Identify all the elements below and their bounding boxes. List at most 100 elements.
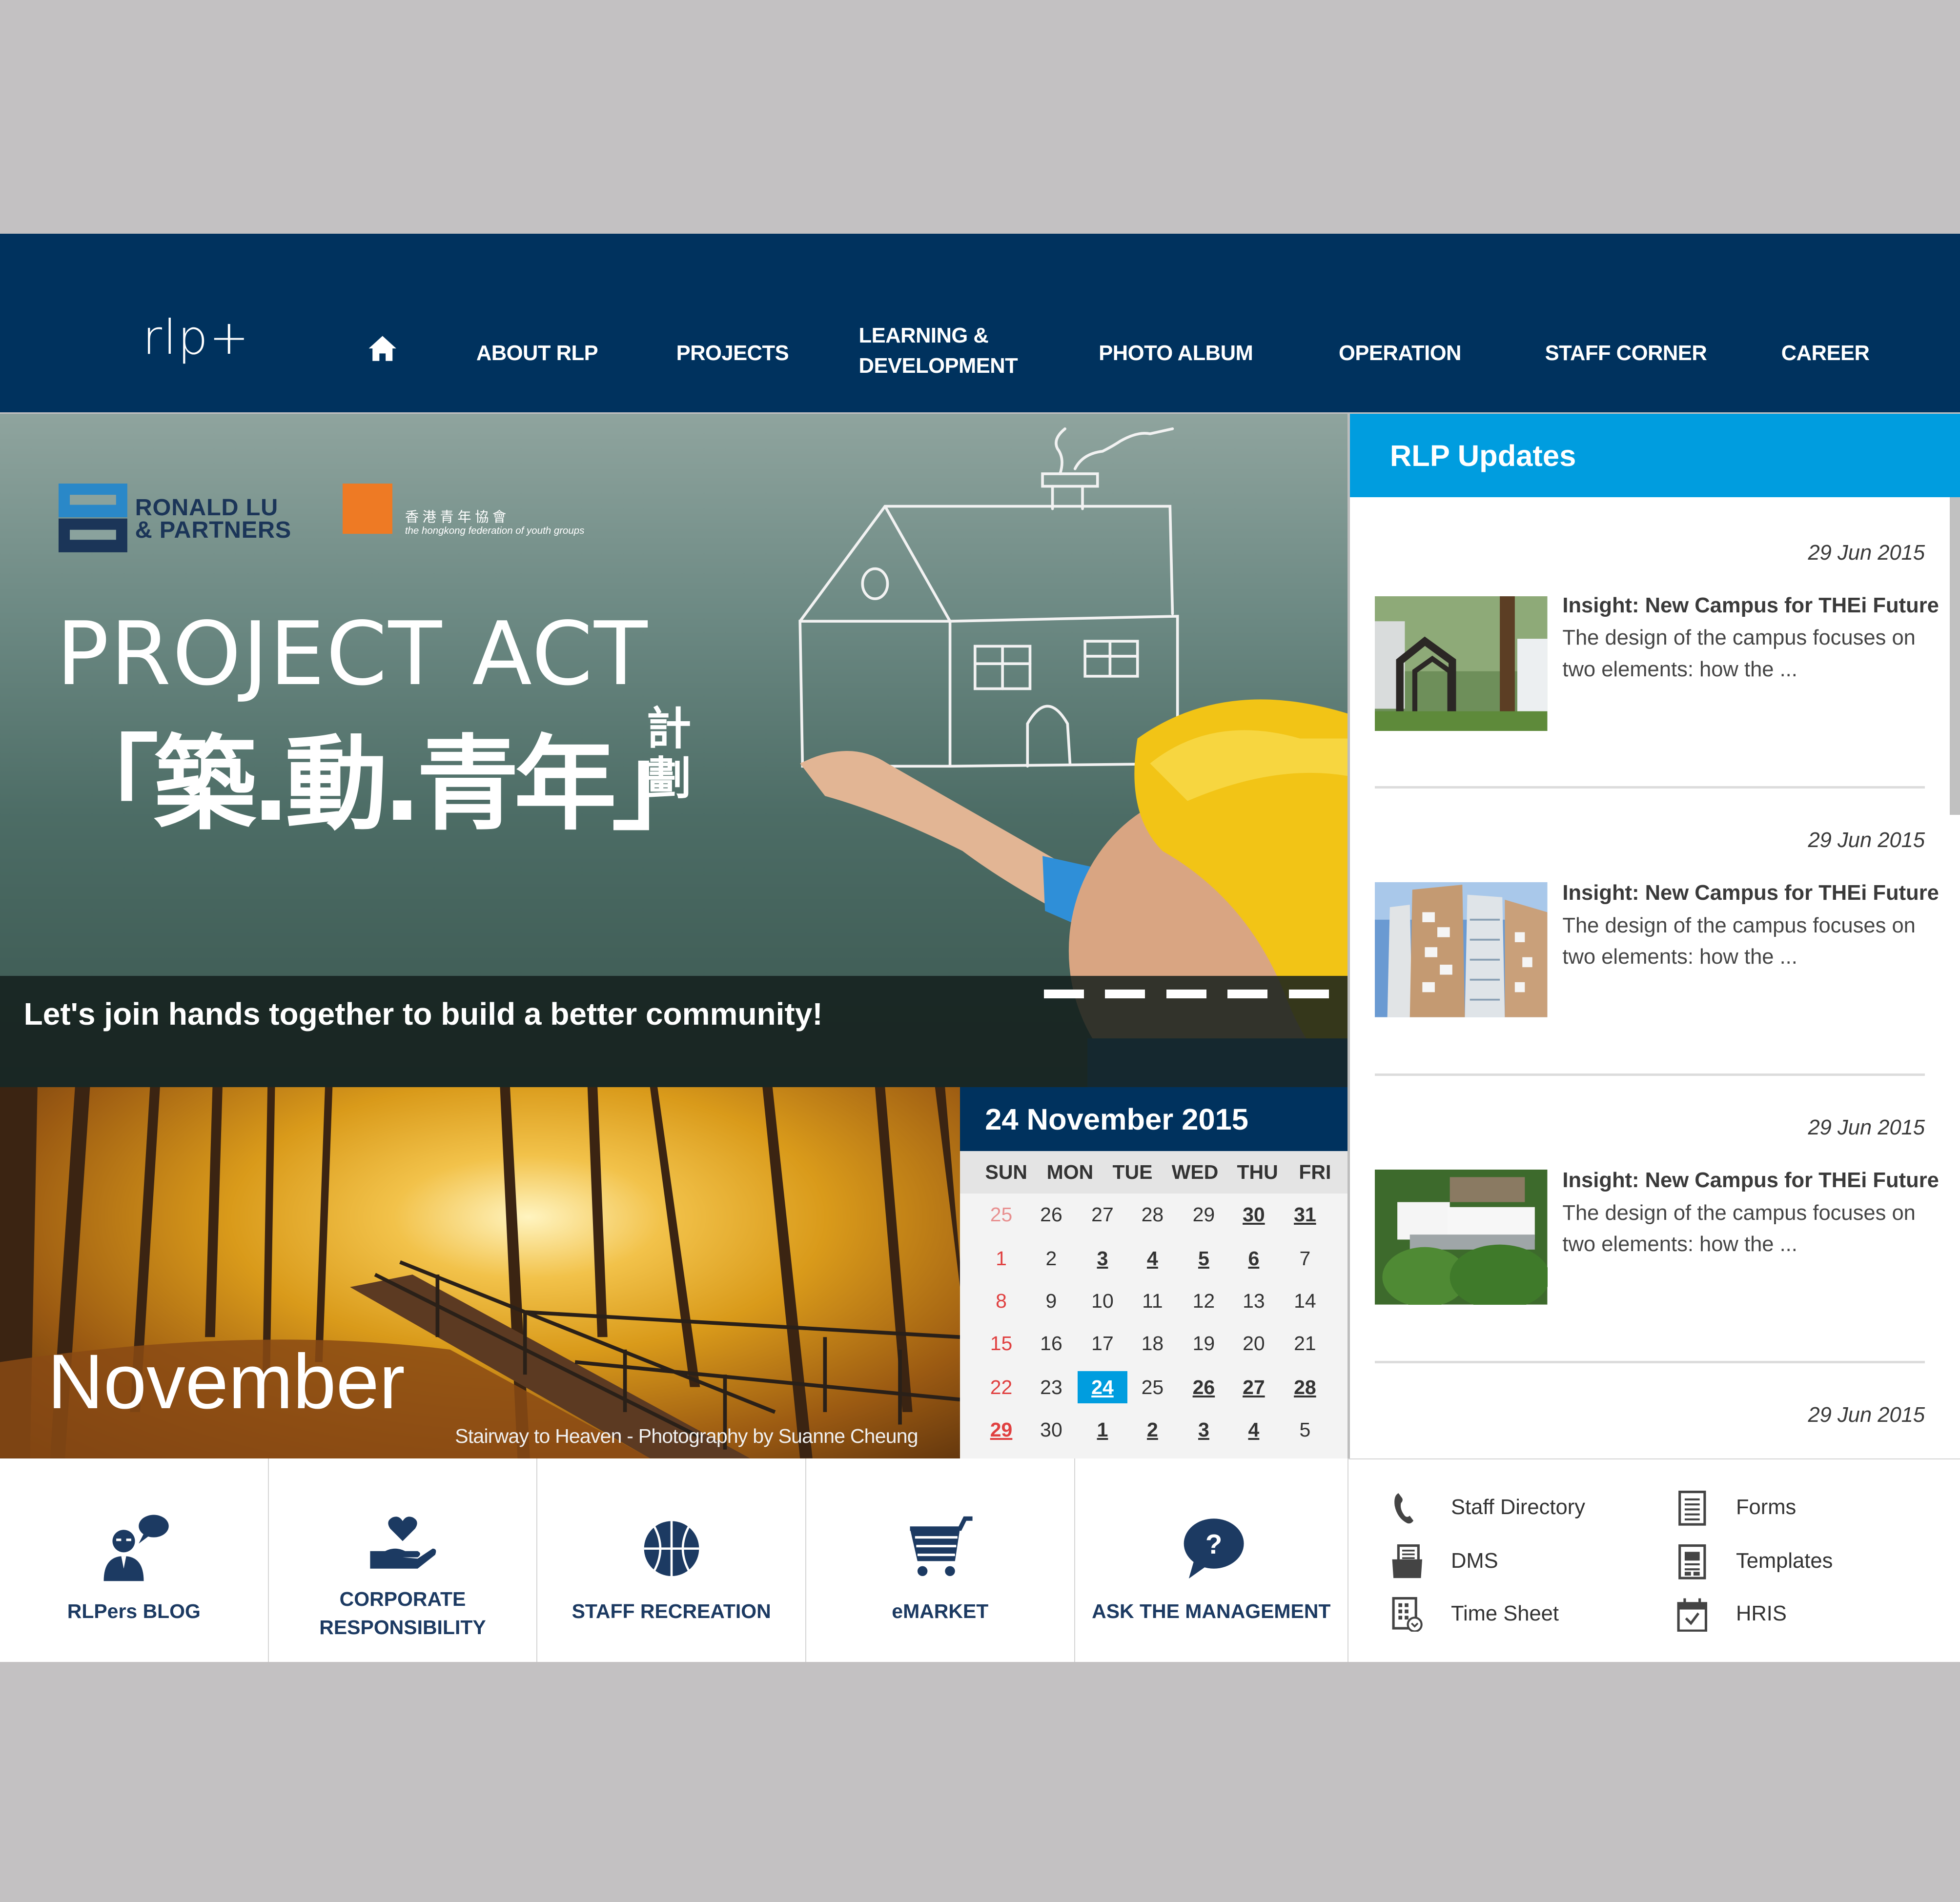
hero-title-chinese: 「築.動.青年」 [56,724,714,844]
calendar-day[interactable]: 27 [1078,1198,1127,1231]
tile-label-line2: RESPONSIBILITY [319,1616,486,1639]
tile-emarket[interactable]: eMARKET [806,1458,1075,1662]
calendar-day[interactable]: 9 [1026,1285,1076,1317]
update-description: The design of the campus focuses on two … [1562,910,1937,972]
calendar-day[interactable]: 8 [976,1285,1026,1317]
calendar-day[interactable]: 25 [976,1198,1026,1231]
calendar-day[interactable]: 30 [1026,1414,1076,1446]
update-title[interactable]: Insight: New Campus for THEi Future [1562,594,1939,618]
calendar-day[interactable]: 3 [1078,1242,1127,1275]
calendar-day[interactable]: 12 [1179,1285,1228,1317]
calendar-day[interactable]: 22 [976,1371,1026,1404]
nav-item-about-rlp[interactable]: ABOUT RLP [476,339,598,368]
update-date: 29 Jun 2015 [1808,1116,1925,1140]
hero-title-chinese-suffix: 計劃 [646,702,692,805]
tile-label: CORPORATE RESPONSIBILITY [269,1585,537,1642]
form-icon [1678,1490,1706,1526]
updates-scrollbar[interactable] [1950,497,1960,815]
calendar-day[interactable]: 11 [1127,1285,1177,1317]
quick-links: Staff Directory Forms DMS Templates Time… [1347,1458,1960,1662]
update-title[interactable]: Insight: New Campus for THEi Future [1562,1169,1939,1193]
nav-item-staff-corner[interactable]: STAFF CORNER [1545,339,1707,368]
calendar-day[interactable]: 2 [1127,1414,1177,1446]
update-thumbnail[interactable] [1375,596,1548,731]
calendar-widget: 24 November 2015 SUN MON TUE WED THU FRI… [960,1087,1348,1458]
slide-indicator-4[interactable] [1227,990,1268,999]
youth-federation-logo [342,484,393,534]
tile-corporate-responsibility[interactable]: CORPORATE RESPONSIBILITY [269,1458,538,1662]
update-desc-line2: two elements: how the ... [1562,657,1797,681]
calendar-day[interactable]: 29 [976,1414,1026,1446]
quick-link-label: Time Sheet [1450,1601,1559,1625]
calendar-day[interactable]: 23 [1026,1371,1076,1404]
calendar-day-today[interactable]: 24 [1077,1371,1128,1404]
calendar-day[interactable]: 17 [1078,1327,1127,1360]
update-date: 29 Jun 2015 [1808,1403,1925,1427]
nav-item-career[interactable]: CAREER [1781,339,1870,368]
nav-item-photo-album[interactable]: PHOTO ALBUM [1099,339,1253,368]
update-thumbnail[interactable] [1375,1170,1548,1305]
calendar-day[interactable]: 18 [1127,1327,1177,1360]
calendar-day[interactable]: 21 [1280,1327,1330,1360]
month-photo: November Stairway to Heaven - Photograph… [0,1087,960,1458]
cart-icon [910,1516,973,1576]
calendar-day[interactable]: 2 [1026,1242,1076,1275]
calendar-day[interactable]: 31 [1280,1198,1330,1231]
ronald-lu-logo-text: RONALD LU & PARTNERS [135,495,291,542]
quick-link-label: Staff Directory [1450,1496,1585,1519]
quick-link-label: Forms [1735,1496,1797,1519]
nav-item-operation[interactable]: OPERATION [1339,339,1461,368]
update-thumbnail[interactable] [1375,882,1548,1017]
tile-label: ASK THE MANAGEMENT [1092,1600,1331,1623]
calendar-day[interactable]: 29 [1179,1198,1228,1231]
calendar-day[interactable]: 4 [1127,1242,1177,1275]
calendar-day[interactable]: 16 [1026,1327,1076,1360]
site-logo[interactable]: rlp+ [143,310,250,365]
template-icon [1678,1544,1706,1579]
calendar-day[interactable]: 6 [1229,1242,1279,1275]
calendar-day[interactable]: 26 [1026,1198,1076,1231]
quick-link-label: DMS [1450,1549,1498,1573]
tile-label: STAFF RECREATION [572,1600,771,1623]
calendar-day[interactable]: 1 [976,1242,1026,1275]
calendar-day[interactable]: 28 [1127,1198,1177,1231]
update-title[interactable]: Insight: New Campus for THEi Future [1562,881,1939,905]
calendar-day[interactable]: 30 [1229,1198,1279,1231]
calendar-day[interactable]: 5 [1280,1414,1330,1446]
calendar-day[interactable]: 27 [1229,1371,1279,1404]
question-bubble-icon: ? [1184,1518,1244,1578]
tile-staff-recreation[interactable]: STAFF RECREATION [537,1458,806,1662]
calendar-day[interactable]: 5 [1179,1242,1228,1275]
nav-item-learning-development[interactable]: LEARNING & DEVELOPMENT [859,321,1018,381]
calendar-day[interactable]: 19 [1179,1327,1228,1360]
home-icon[interactable] [368,335,397,362]
update-description: The design of the campus focuses on two … [1562,622,1937,685]
updates-title: RLP Updates [1389,439,1576,473]
calendar-day[interactable]: 14 [1280,1285,1330,1317]
calendar-day[interactable]: 26 [1179,1371,1228,1404]
calendar-day[interactable]: 13 [1229,1285,1279,1317]
calendar-day[interactable]: 1 [1078,1414,1127,1446]
folder-icon [1392,1544,1423,1578]
calendar-day[interactable]: 20 [1229,1327,1279,1360]
hero-banner[interactable]: RONALD LU & PARTNERS 香港青年協會 the hongkong… [0,413,1348,1088]
calendar-day[interactable]: 3 [1179,1414,1228,1446]
calendar-day[interactable]: 28 [1280,1371,1330,1404]
slide-indicator-1[interactable] [1043,990,1084,999]
slide-indicator-3[interactable] [1166,990,1206,999]
calendar-day[interactable]: 7 [1280,1242,1330,1275]
tile-ask-the-management[interactable]: ? ASK THE MANAGEMENT [1075,1458,1348,1662]
slide-indicator-2[interactable] [1105,990,1145,999]
update-desc-line1: The design of the campus focuses on [1562,913,1916,937]
calendar-day[interactable]: 25 [1127,1371,1177,1404]
nav-item-projects[interactable]: PROJECTS [676,339,789,368]
update-separator [1375,1361,1925,1364]
calendar-day[interactable]: 15 [976,1327,1026,1360]
update-description: The design of the campus focuses on two … [1562,1197,1937,1260]
svg-text:?: ? [1205,1529,1222,1559]
slide-indicator-5[interactable] [1288,990,1329,999]
update-desc-line1: The design of the campus focuses on [1562,626,1916,650]
calendar-day[interactable]: 10 [1078,1285,1127,1317]
calendar-day[interactable]: 4 [1229,1414,1279,1446]
tile-rlpers-blog[interactable]: RLPers BLOG [0,1458,269,1662]
